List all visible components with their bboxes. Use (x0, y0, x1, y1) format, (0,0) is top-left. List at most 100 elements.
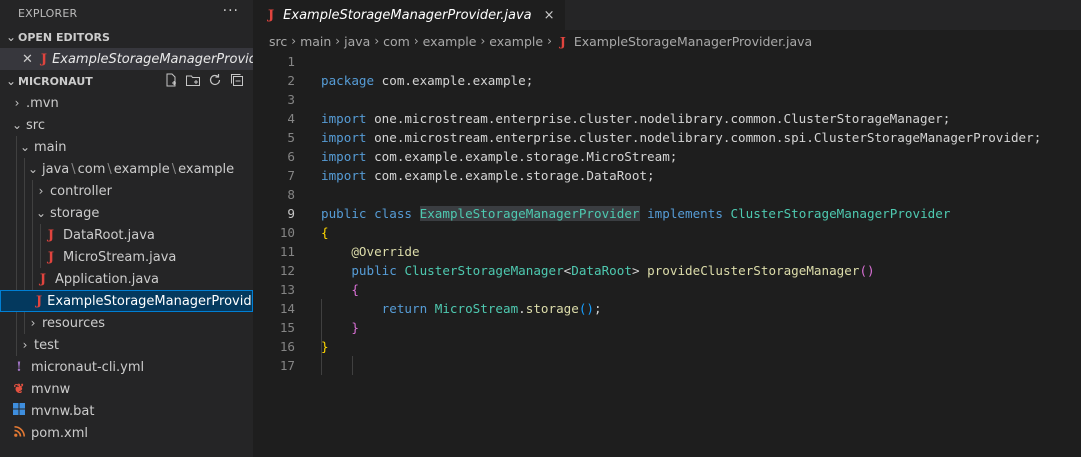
breadcrumb-item[interactable]: com (383, 34, 410, 49)
rss-xml-file-icon (12, 425, 26, 441)
code-keyword: public (321, 206, 367, 221)
code-brace: { (351, 282, 359, 297)
code-line: 12 public ClusterStorageManager<DataRoot… (253, 261, 1081, 280)
chevron-down-icon: ⌄ (19, 140, 31, 154)
code-line: 11 @Override (253, 242, 1081, 261)
breadcrumb-item[interactable]: java (344, 34, 370, 49)
open-editor-item[interactable]: ✕ J ExampleStorageManagerProvide... (0, 48, 253, 70)
collapse-all-icon[interactable] (229, 72, 245, 88)
code-keyword: import (321, 149, 367, 164)
tree-item-resources[interactable]: › resources (0, 312, 253, 334)
java-file-icon: J (40, 51, 48, 67)
tree-item-label: main (34, 139, 67, 155)
line-number: 13 (279, 282, 295, 297)
code-keyword: import (321, 130, 367, 145)
code-line: 17 (253, 356, 1081, 375)
code-keyword: public (351, 263, 397, 278)
tree-item-pom[interactable]: pom.xml (0, 422, 253, 444)
tree-item-mvn[interactable]: › .mvn (0, 92, 253, 114)
code-brace: } (321, 339, 329, 354)
editor-tab[interactable]: J ExampleStorageManagerProvider.java × (253, 0, 565, 30)
tree-item-label: mvnw (31, 381, 71, 397)
chevron-down-icon: ⌄ (5, 74, 17, 88)
chevron-right-icon: › (374, 34, 380, 48)
code-punct: ; (594, 301, 602, 316)
tree-item-label: ExampleStorageManagerProvide... (47, 293, 253, 309)
chevron-down-icon: ⌄ (35, 206, 47, 220)
code-line: 3 (253, 90, 1081, 109)
new-file-icon[interactable] (163, 72, 179, 88)
tree-item-test[interactable]: › test (0, 334, 253, 356)
tree-item-label: micronaut-cli.yml (31, 359, 145, 375)
refresh-icon[interactable] (207, 72, 223, 88)
path-com: com (77, 161, 106, 177)
code-parens: () (578, 301, 595, 316)
code-editor[interactable]: 1 2 package com.example.example; 3 4 imp… (253, 52, 1081, 375)
code-method: storage (525, 301, 579, 316)
maven-file-icon: ❦ (13, 381, 25, 397)
code-annotation: @Override (351, 244, 420, 259)
line-number: 11 (279, 244, 295, 259)
tree-item-mvnw[interactable]: ❦ mvnw (0, 378, 253, 400)
code-text: com.example.example; (374, 73, 534, 88)
open-editor-name: ExampleStorageManagerProvide... (52, 51, 253, 67)
tree-item-dataroot[interactable]: J DataRoot.java (0, 224, 253, 246)
breadcrumb-item[interactable]: main (300, 34, 331, 49)
line-number: 7 (287, 168, 295, 183)
code-line: 8 (253, 185, 1081, 204)
chevron-down-icon: ⌄ (27, 162, 39, 176)
code-line: 4 import one.microstream.enterprise.clus… (253, 109, 1081, 128)
tree-item-mvnw-bat[interactable]: mvnw.bat (0, 400, 253, 422)
explorer-header: EXPLORER ··· (0, 0, 253, 26)
chevron-right-icon: › (480, 34, 486, 48)
open-editors-label: OPEN EDITORS (18, 30, 110, 44)
editor-area: J ExampleStorageManagerProvider.java × s… (253, 0, 1081, 457)
new-folder-icon[interactable] (185, 72, 201, 88)
code-line: 14 return MicroStream.storage(); (253, 299, 1081, 318)
code-text: com.example.example.storage.DataRoot; (366, 168, 655, 183)
tree-item-label: src (26, 117, 45, 133)
code-line: 5 import one.microstream.enterprise.clus… (253, 128, 1081, 147)
line-number: 15 (279, 320, 295, 335)
breadcrumb-item[interactable]: example (423, 34, 477, 49)
path-example: example (113, 161, 170, 177)
line-number: 16 (279, 339, 295, 354)
tree-item-provider[interactable]: J ExampleStorageManagerProvide... (0, 290, 253, 312)
tree-item-label: mvnw.bat (31, 403, 95, 419)
tab-bar: J ExampleStorageManagerProvider.java × (253, 0, 1081, 30)
tree-item-main[interactable]: ⌄ main (0, 136, 253, 158)
code-brace: } (351, 320, 359, 335)
close-icon[interactable]: ✕ (22, 52, 33, 67)
code-type: ClusterStorageManager (404, 263, 564, 278)
project-section[interactable]: ⌄ MICRONAUT (0, 70, 253, 92)
more-actions-icon[interactable]: ··· (223, 3, 239, 19)
code-line: 15 } (253, 318, 1081, 337)
code-type: MicroStream (434, 301, 519, 316)
line-number: 8 (287, 187, 295, 202)
breadcrumb-item[interactable]: example (489, 34, 543, 49)
chevron-right-icon: › (413, 34, 419, 48)
tree-item-src[interactable]: ⌄ src (0, 114, 253, 136)
breadcrumb-item[interactable]: ExampleStorageManagerProvider.java (574, 34, 812, 49)
tree-item-java-path[interactable]: ⌄ java \ com \ example \ example (0, 158, 253, 180)
tree-item-label: DataRoot.java (63, 227, 155, 243)
line-number: 10 (279, 225, 295, 240)
tree-item-storage[interactable]: ⌄ storage (0, 202, 253, 224)
tree-item-controller[interactable]: › controller (0, 180, 253, 202)
code-text: com.example.example.storage.MicroStream; (366, 149, 678, 164)
code-punct: > (631, 263, 640, 278)
tree-item-label: Application.java (55, 271, 160, 287)
tab-title: ExampleStorageManagerProvider.java (283, 7, 532, 23)
tree-item-application[interactable]: J Application.java (0, 268, 253, 290)
code-line: 7 import com.example.example.storage.Dat… (253, 166, 1081, 185)
tree-item-microstream[interactable]: J MicroStream.java (0, 246, 253, 268)
tree-item-label: resources (42, 315, 106, 331)
tree-item-cli-yml[interactable]: ! micronaut-cli.yml (0, 356, 253, 378)
code-keyword: implements (647, 206, 723, 221)
code-type: ClusterStorageManagerProvider (730, 206, 951, 221)
code-brace: { (321, 225, 329, 240)
close-tab-icon[interactable]: × (544, 8, 555, 23)
code-keyword: package (321, 73, 375, 88)
breadcrumb-item[interactable]: src (269, 34, 287, 49)
open-editors-section[interactable]: ⌄ OPEN EDITORS (0, 26, 253, 48)
